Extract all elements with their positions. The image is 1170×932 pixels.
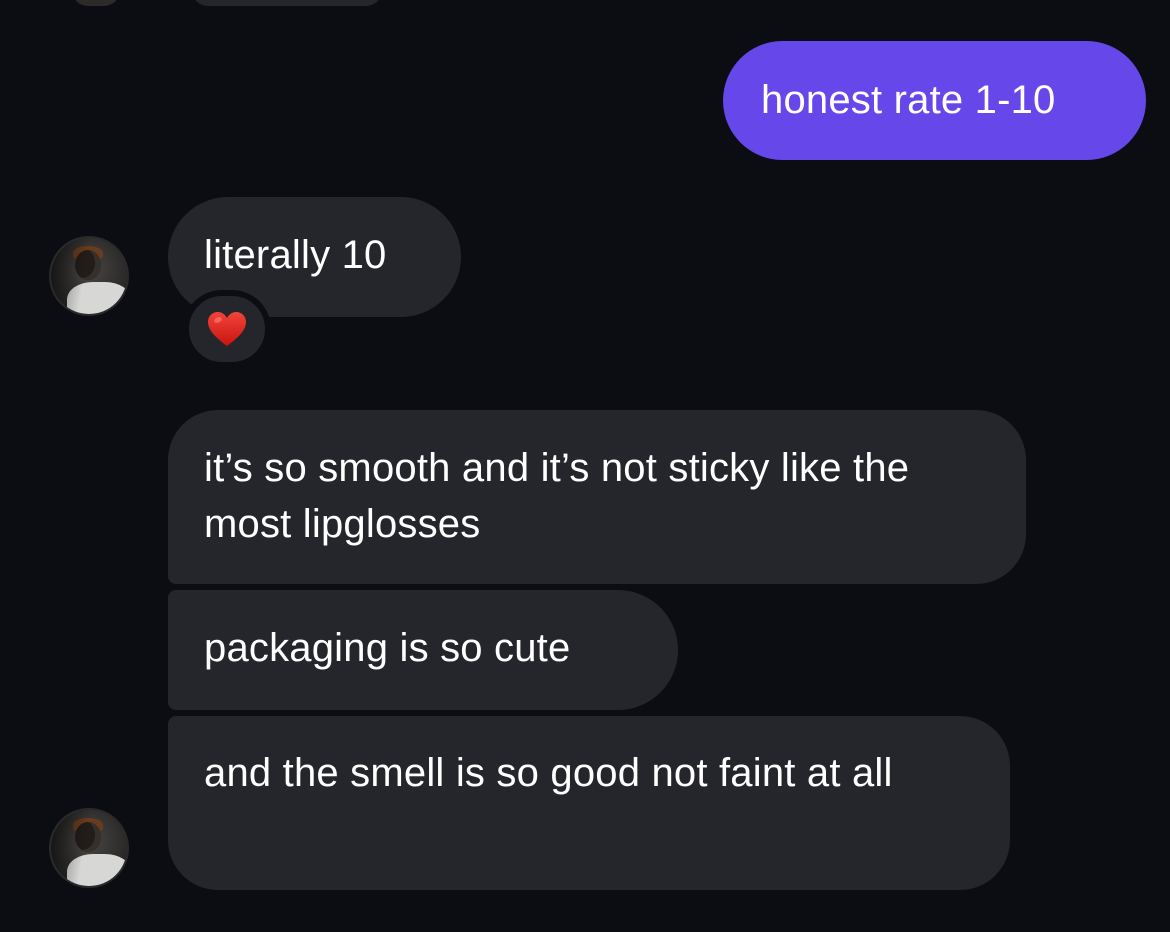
incoming-message-text: and the smell is so good not faint at al…: [204, 751, 893, 795]
sender-avatar[interactable]: [49, 236, 129, 316]
previous-avatar-remnant: [72, 0, 120, 6]
incoming-message-text: literally 10: [204, 233, 387, 277]
outgoing-message-text: honest rate 1-10: [761, 78, 1056, 122]
heart-reaction[interactable]: [183, 290, 271, 368]
previous-message-remnant: [192, 0, 382, 6]
incoming-message-bubble[interactable]: it’s so smooth and it’s not sticky like …: [168, 410, 1026, 584]
sender-avatar[interactable]: [49, 808, 129, 888]
incoming-message-bubble[interactable]: packaging is so cute: [168, 590, 678, 710]
incoming-message-bubble[interactable]: and the smell is so good not faint at al…: [168, 716, 1010, 890]
red-heart-icon: [208, 312, 246, 346]
incoming-message-text: packaging is so cute: [204, 626, 571, 670]
incoming-message-text: it’s so smooth and it’s not sticky like …: [204, 446, 910, 546]
outgoing-message-bubble[interactable]: honest rate 1-10: [723, 41, 1146, 160]
